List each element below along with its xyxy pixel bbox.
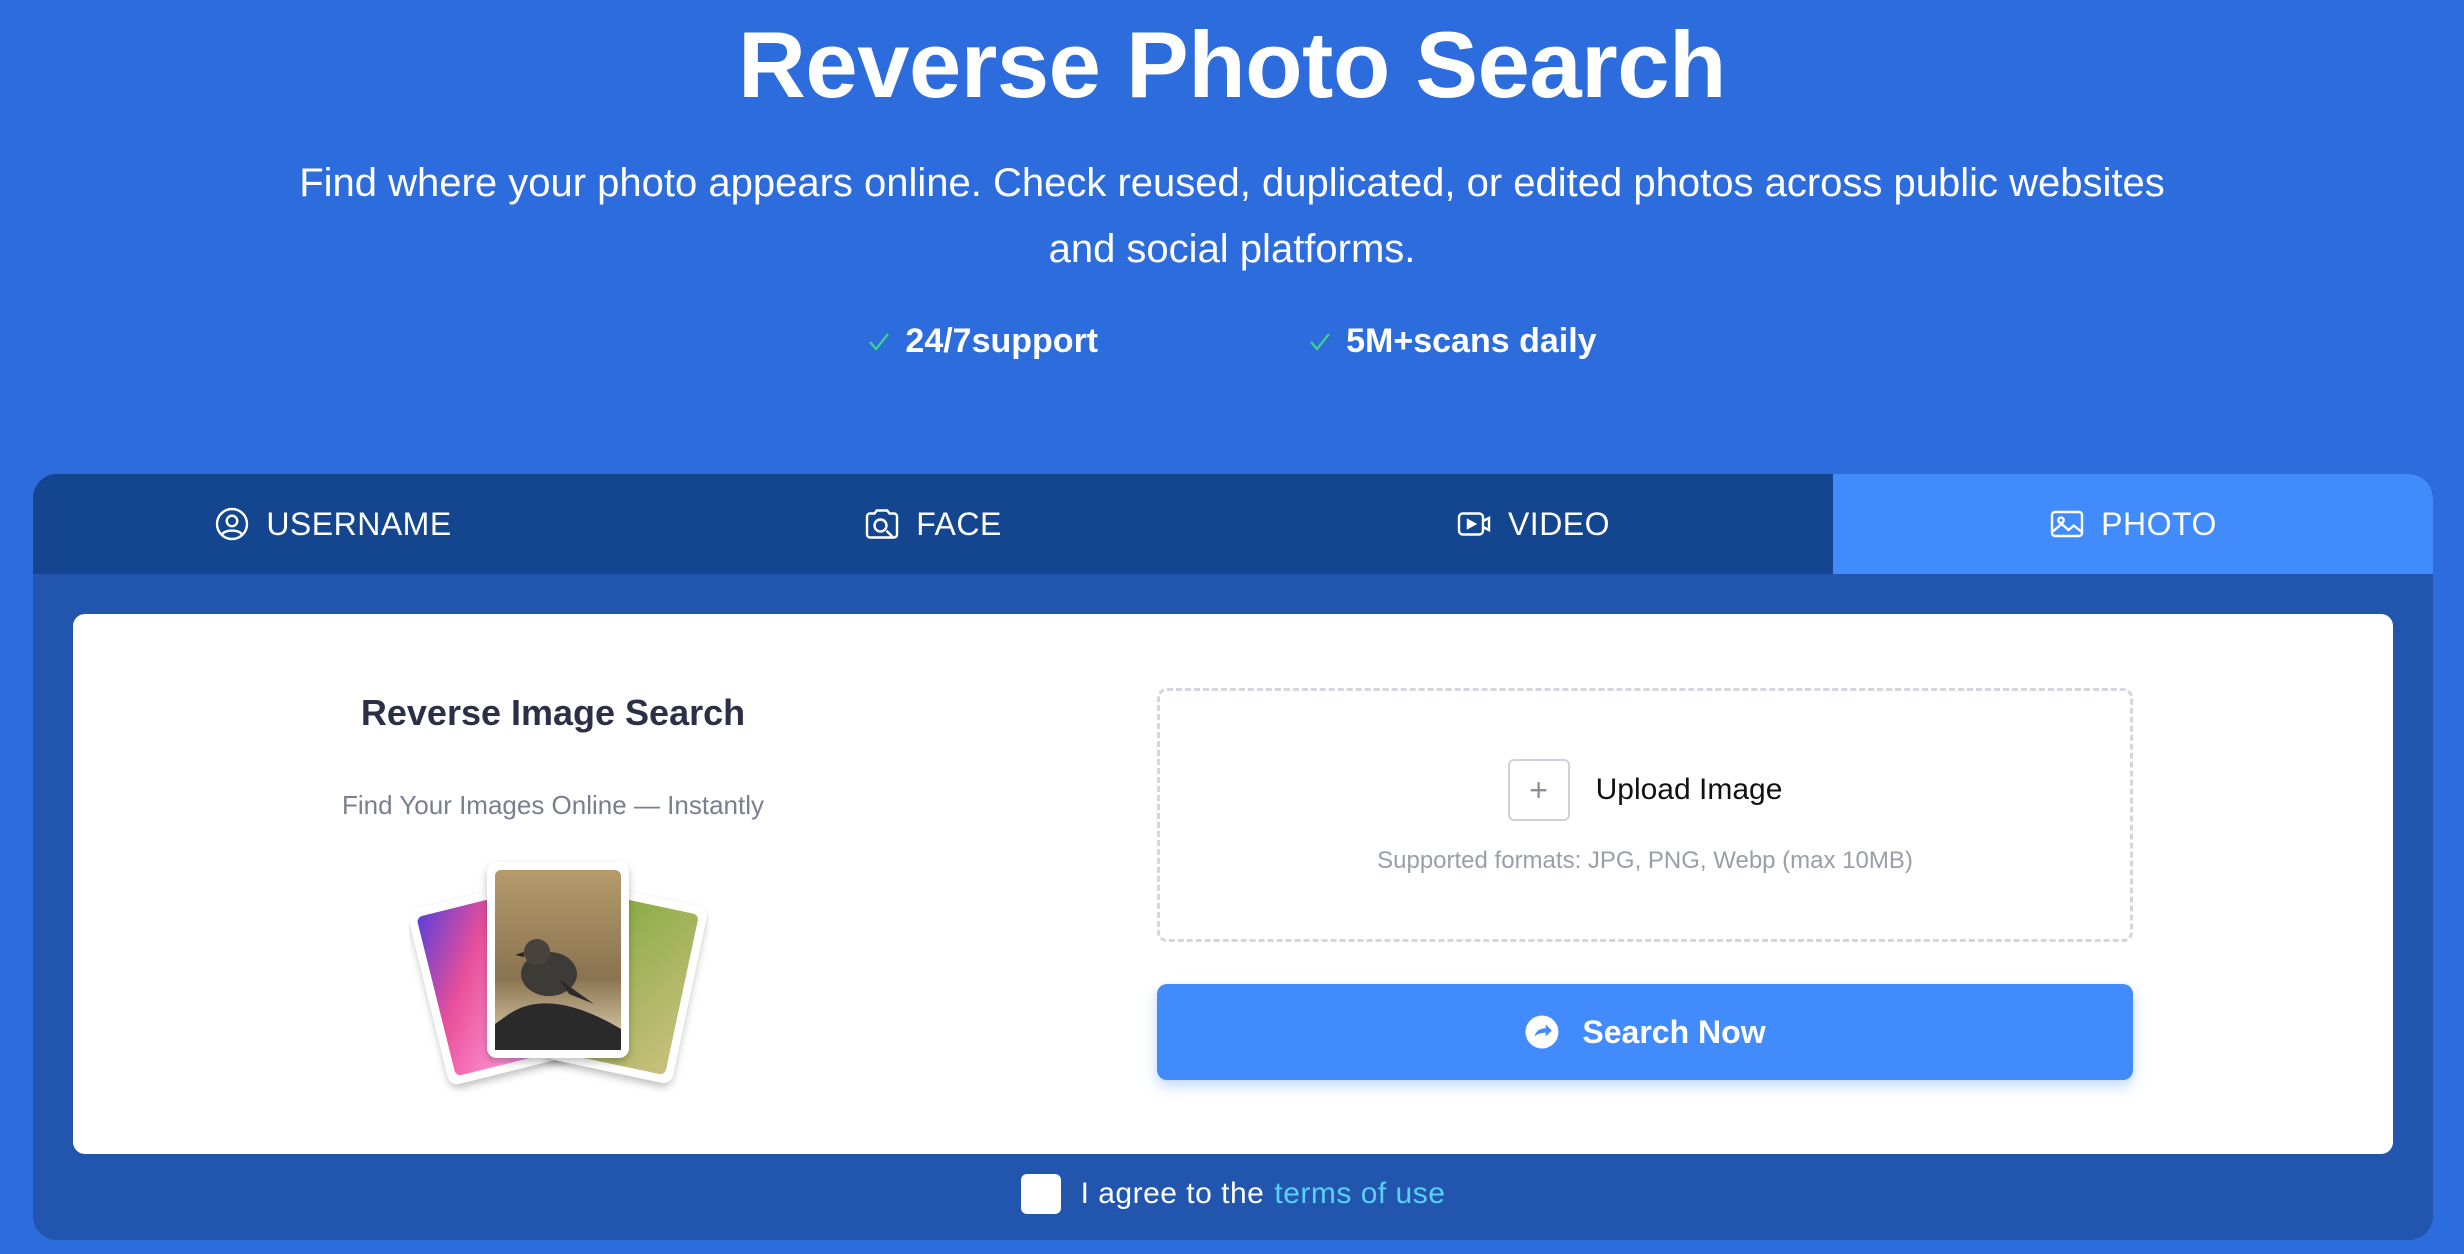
upload-dropzone[interactable]: + Upload Image Supported formats: JPG, P…	[1157, 688, 2133, 942]
search-panel: Reverse Image Search Find Your Images On…	[73, 614, 2393, 1154]
feature-scans: 5M+scans daily	[1308, 322, 1597, 361]
check-icon	[869, 332, 890, 351]
plus-icon[interactable]: +	[1507, 759, 1570, 821]
agree-text: I agree to the terms of use	[1081, 1177, 1446, 1211]
subtitle-line-1: Find where your photo appears online. Ch…	[299, 161, 2165, 205]
arrow-circle-icon	[1525, 1015, 1559, 1049]
feature-label: 24/7support	[905, 322, 1099, 360]
tab-label: PHOTO	[2101, 505, 2217, 542]
page: Reverse Photo Search Find where your pho…	[0, 0, 2464, 1254]
search-now-label: Search Now	[1582, 1013, 1766, 1050]
upload-row: + Upload Image	[1160, 759, 2130, 821]
agree-checkbox[interactable]	[1020, 1174, 1061, 1214]
upload-label: Upload Image	[1595, 773, 1783, 806]
feature-support: 24/7support	[867, 322, 1098, 361]
panel-title: Reverse Image Search	[360, 692, 746, 733]
search-tabs: USERNAME FACE VIDEO PHOTO	[33, 474, 2433, 574]
face-scan-icon	[866, 509, 899, 539]
image-icon	[2050, 510, 2084, 538]
terms-link[interactable]: terms of use	[1274, 1177, 1445, 1211]
video-icon	[1457, 512, 1491, 536]
feature-list: 24/7support 5M+scans daily	[0, 322, 2464, 361]
search-card: USERNAME FACE VIDEO PHOTO Reverse Image …	[33, 474, 2433, 1240]
subtitle-line-2: and social platforms.	[1048, 227, 1416, 271]
page-subtitle: Find where your photo appears online. Ch…	[240, 150, 2224, 282]
feature-label: 5M+scans daily	[1346, 322, 1597, 360]
panel-subtitle: Find Your Images Online — Instantly	[341, 790, 764, 820]
page-title: Reverse Photo Search	[738, 12, 1726, 117]
tab-photo[interactable]: PHOTO	[1833, 474, 2433, 574]
supported-formats: Supported formats: JPG, PNG, Webp (max 1…	[1377, 847, 1913, 874]
search-now-button[interactable]: Search Now	[1157, 984, 2133, 1080]
tab-username[interactable]: USERNAME	[33, 474, 633, 574]
tab-label: FACE	[916, 505, 1002, 542]
tab-label: VIDEO	[1507, 505, 1611, 542]
tab-label: USERNAME	[266, 505, 452, 542]
photo-stack-icon	[408, 862, 707, 1085]
panel-intro: Reverse Image Search Find Your Images On…	[73, 614, 1033, 1154]
user-circle-icon	[216, 507, 249, 541]
photo-stack-illustration	[408, 854, 709, 1104]
agree-prefix: I agree to the	[1080, 1177, 1265, 1210]
terms-agreement: I agree to the terms of use	[33, 1174, 2433, 1214]
tab-face[interactable]: FACE	[633, 474, 1233, 574]
tab-video[interactable]: VIDEO	[1233, 474, 1833, 574]
check-icon	[1310, 332, 1330, 351]
